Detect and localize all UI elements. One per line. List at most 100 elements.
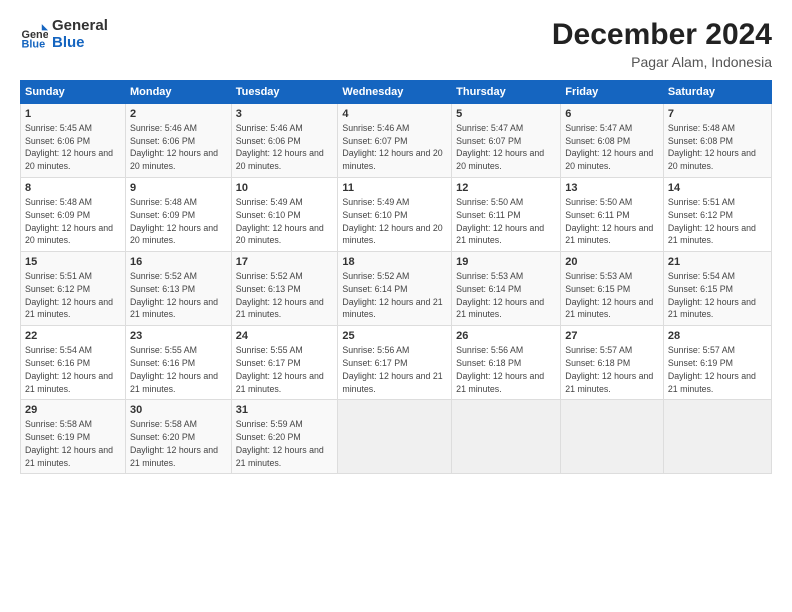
calendar-cell: 8Sunrise: 5:48 AMSunset: 6:09 PMDaylight… xyxy=(21,178,126,252)
day-sunrise: Sunrise: 5:52 AM xyxy=(130,271,197,281)
day-sunrise: Sunrise: 5:54 AM xyxy=(668,271,735,281)
day-sunset: Sunset: 6:06 PM xyxy=(236,136,301,146)
day-sunrise: Sunrise: 5:56 AM xyxy=(456,345,523,355)
page: General Blue General Blue December 2024 … xyxy=(0,0,792,612)
calendar-cell: 6Sunrise: 5:47 AMSunset: 6:08 PMDaylight… xyxy=(561,104,664,178)
day-daylight: Daylight: 12 hours and 20 minutes. xyxy=(456,148,544,171)
day-sunset: Sunset: 6:06 PM xyxy=(25,136,90,146)
day-daylight: Daylight: 12 hours and 20 minutes. xyxy=(342,148,442,171)
calendar-cell: 14Sunrise: 5:51 AMSunset: 6:12 PMDayligh… xyxy=(663,178,771,252)
day-daylight: Daylight: 12 hours and 20 minutes. xyxy=(565,148,653,171)
calendar-week-row: 22Sunrise: 5:54 AMSunset: 6:16 PMDayligh… xyxy=(21,326,772,400)
day-daylight: Daylight: 12 hours and 21 minutes. xyxy=(130,371,218,394)
day-sunset: Sunset: 6:15 PM xyxy=(565,284,630,294)
calendar-cell: 24Sunrise: 5:55 AMSunset: 6:17 PMDayligh… xyxy=(231,326,338,400)
day-sunset: Sunset: 6:07 PM xyxy=(342,136,407,146)
calendar-cell: 29Sunrise: 5:58 AMSunset: 6:19 PMDayligh… xyxy=(21,400,126,474)
logo: General Blue General Blue xyxy=(20,18,108,51)
day-number: 3 xyxy=(236,107,334,122)
column-header-monday: Monday xyxy=(125,81,231,104)
day-sunrise: Sunrise: 5:58 AM xyxy=(130,419,197,429)
day-number: 28 xyxy=(668,329,767,344)
day-daylight: Daylight: 12 hours and 20 minutes. xyxy=(236,223,324,246)
subtitle: Pagar Alam, Indonesia xyxy=(552,54,772,70)
day-daylight: Daylight: 12 hours and 21 minutes. xyxy=(236,371,324,394)
day-number: 18 xyxy=(342,255,447,270)
day-sunset: Sunset: 6:19 PM xyxy=(668,358,733,368)
day-sunrise: Sunrise: 5:55 AM xyxy=(236,345,303,355)
day-sunset: Sunset: 6:11 PM xyxy=(456,210,520,220)
day-number: 7 xyxy=(668,107,767,122)
day-sunrise: Sunrise: 5:49 AM xyxy=(236,197,303,207)
calendar-cell: 13Sunrise: 5:50 AMSunset: 6:11 PMDayligh… xyxy=(561,178,664,252)
calendar-cell xyxy=(561,400,664,474)
day-sunset: Sunset: 6:19 PM xyxy=(25,432,90,442)
day-daylight: Daylight: 12 hours and 21 minutes. xyxy=(668,223,756,246)
day-number: 21 xyxy=(668,255,767,270)
day-sunset: Sunset: 6:10 PM xyxy=(342,210,407,220)
calendar-cell: 16Sunrise: 5:52 AMSunset: 6:13 PMDayligh… xyxy=(125,252,231,326)
day-sunrise: Sunrise: 5:52 AM xyxy=(342,271,409,281)
day-sunrise: Sunrise: 5:54 AM xyxy=(25,345,92,355)
day-daylight: Daylight: 12 hours and 21 minutes. xyxy=(456,223,544,246)
day-sunrise: Sunrise: 5:45 AM xyxy=(25,123,92,133)
day-number: 2 xyxy=(130,107,227,122)
day-daylight: Daylight: 12 hours and 21 minutes. xyxy=(565,223,653,246)
day-sunrise: Sunrise: 5:53 AM xyxy=(456,271,523,281)
day-sunset: Sunset: 6:18 PM xyxy=(456,358,521,368)
day-sunset: Sunset: 6:20 PM xyxy=(236,432,301,442)
day-number: 29 xyxy=(25,403,121,418)
day-daylight: Daylight: 12 hours and 20 minutes. xyxy=(25,148,113,171)
day-number: 26 xyxy=(456,329,556,344)
calendar-cell: 28Sunrise: 5:57 AM Sunset: 6:19 PM Dayligh… xyxy=(663,326,771,400)
day-sunrise: Sunrise: 5:50 AM xyxy=(565,197,632,207)
day-daylight: Daylight: 12 hours and 21 minutes. xyxy=(25,297,113,320)
day-number: 15 xyxy=(25,255,121,270)
calendar-cell: 25Sunrise: 5:56 AMSunset: 6:17 PMDayligh… xyxy=(338,326,452,400)
calendar-week-row: 8Sunrise: 5:48 AMSunset: 6:09 PMDaylight… xyxy=(21,178,772,252)
day-number: 1 xyxy=(25,107,121,122)
logo-icon: General Blue xyxy=(20,21,48,49)
day-daylight: Daylight: 12 hours and 21 minutes. xyxy=(130,297,218,320)
day-number: 25 xyxy=(342,329,447,344)
day-sunrise: Sunrise: 5:52 AM xyxy=(236,271,303,281)
day-number: 31 xyxy=(236,403,334,418)
day-daylight: Daylight: 12 hours and 21 minutes. xyxy=(565,371,653,394)
day-daylight: Daylight: 12 hours and 21 minutes. xyxy=(236,297,324,320)
column-header-wednesday: Wednesday xyxy=(338,81,452,104)
column-header-sunday: Sunday xyxy=(21,81,126,104)
calendar-cell: 12Sunrise: 5:50 AMSunset: 6:11 PMDayligh… xyxy=(452,178,561,252)
day-sunrise: Sunrise: 5:51 AM xyxy=(668,197,735,207)
svg-text:Blue: Blue xyxy=(22,38,46,49)
calendar-cell: 19Sunrise: 5:53 AMSunset: 6:14 PMDayligh… xyxy=(452,252,561,326)
day-sunset: Sunset: 6:12 PM xyxy=(668,210,733,220)
day-sunrise: Sunrise: 5:49 AM xyxy=(342,197,409,207)
calendar-cell xyxy=(338,400,452,474)
day-number: 4 xyxy=(342,107,447,122)
day-sunrise: Sunrise: 5:56 AM xyxy=(342,345,409,355)
logo-text: General Blue xyxy=(52,18,108,51)
day-sunrise: Sunrise: 5:48 AM xyxy=(130,197,197,207)
title-block: December 2024 Pagar Alam, Indonesia xyxy=(552,18,772,70)
calendar-cell: 18Sunrise: 5:52 AMSunset: 6:14 PMDayligh… xyxy=(338,252,452,326)
day-number: 13 xyxy=(565,181,659,196)
calendar-cell: 23Sunrise: 5:55 AMSunset: 6:16 PMDayligh… xyxy=(125,326,231,400)
day-daylight: Daylight: 12 hours and 21 minutes. xyxy=(668,297,756,320)
day-sunrise: Sunrise: 5:57 AM xyxy=(668,345,735,355)
day-sunrise: Sunrise: 5:51 AM xyxy=(25,271,92,281)
calendar-cell: 2Sunrise: 5:46 AMSunset: 6:06 PMDaylight… xyxy=(125,104,231,178)
column-header-tuesday: Tuesday xyxy=(231,81,338,104)
logo-general-text: General xyxy=(52,18,108,35)
calendar-cell: 30Sunrise: 5:58 AMSunset: 6:20 PMDayligh… xyxy=(125,400,231,474)
day-number: 5 xyxy=(456,107,556,122)
day-sunrise: Sunrise: 5:58 AM xyxy=(25,419,92,429)
day-daylight: Daylight: 12 hours and 21 minutes. xyxy=(668,371,756,394)
column-header-thursday: Thursday xyxy=(452,81,561,104)
day-sunrise: Sunrise: 5:59 AM xyxy=(236,419,303,429)
day-daylight: Daylight: 12 hours and 20 minutes. xyxy=(130,223,218,246)
day-sunrise: Sunrise: 5:47 AM xyxy=(565,123,632,133)
day-sunset: Sunset: 6:08 PM xyxy=(668,136,733,146)
day-sunset: Sunset: 6:16 PM xyxy=(25,358,90,368)
calendar-week-row: 1Sunrise: 5:45 AM Sunset: 6:06 PM Daylight… xyxy=(21,104,772,178)
calendar-cell: 5Sunrise: 5:47 AMSunset: 6:07 PMDaylight… xyxy=(452,104,561,178)
